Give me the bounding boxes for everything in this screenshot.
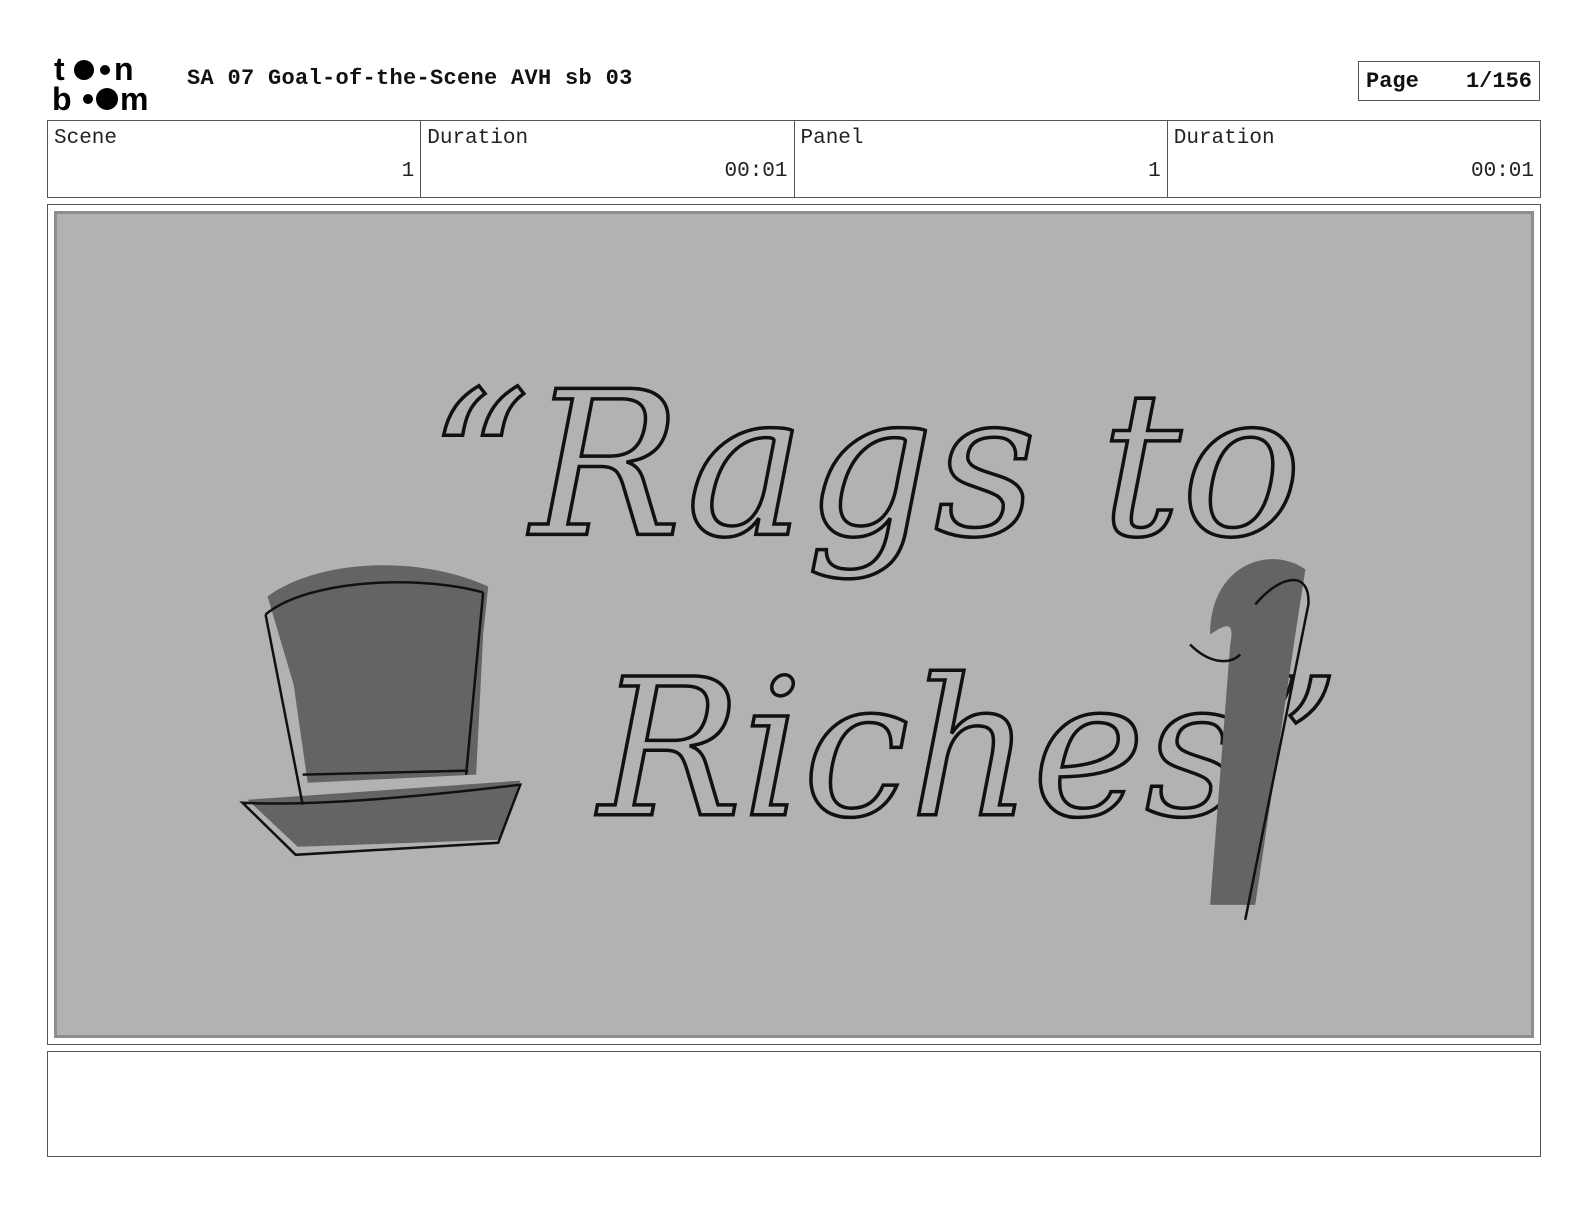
scene-duration-cell: Duration 00:01 (421, 121, 795, 197)
panel-duration-label: Duration (1173, 127, 1275, 150)
panel-duration-value: 00:01 (1470, 160, 1534, 183)
svg-text:m: m (120, 81, 148, 114)
panel-cell: Panel 1 (795, 121, 1168, 197)
page-indicator: Page 1/156 (1358, 61, 1540, 101)
panel-value: 1 (1148, 160, 1161, 183)
scene-duration-label: Duration (427, 127, 529, 150)
scene-cell: Scene 1 (48, 121, 422, 197)
panel-duration-cell: Duration 00:01 (1168, 121, 1540, 197)
toonboom-logo: t n b m (50, 51, 166, 117)
storyboard-panel: “Rags to Riches” (47, 204, 1541, 1045)
toonboom-logo-icon: t n b m (52, 51, 148, 117)
scene-label: Scene (54, 127, 118, 150)
scene-value: 1 (401, 160, 415, 183)
sketch-title-line1: “Rags to (428, 350, 1302, 583)
page-number: 1/156 (1465, 68, 1532, 94)
panel-info-row: Scene 1 Duration 00:01 Panel 1 Duration … (47, 120, 1541, 198)
document-title: SA 07 Goal-of-the-Scene AVH sb 03 (187, 66, 633, 91)
page-label: Page (1366, 68, 1419, 94)
scene-duration-value: 00:01 (724, 160, 788, 183)
sketch-drawing: “Rags to Riches” (239, 348, 1342, 921)
panel-label: Panel (800, 127, 864, 150)
panel-notes (47, 1051, 1541, 1157)
panel-sketch: “Rags to Riches” (54, 211, 1534, 1038)
svg-text:b: b (52, 81, 72, 114)
top-hat-icon (239, 565, 523, 857)
